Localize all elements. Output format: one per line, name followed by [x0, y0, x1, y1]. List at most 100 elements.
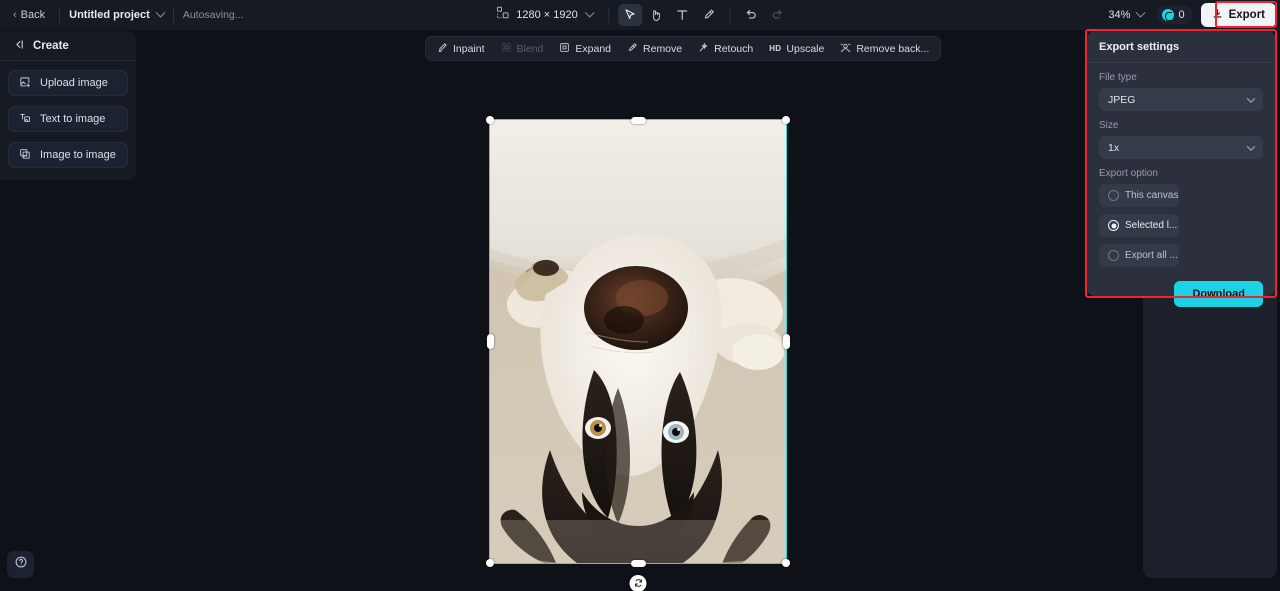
- upload-image-icon: [19, 76, 31, 91]
- blend-button[interactable]: Blend: [494, 38, 551, 60]
- toolbar-item-label: Remove: [643, 42, 683, 55]
- file-type-label: File type: [1099, 72, 1137, 83]
- inpaint-button[interactable]: Inpaint: [430, 38, 492, 60]
- autosave-status: Autosaving...: [182, 9, 244, 21]
- toolbar-item-label: Inpaint: [453, 42, 485, 55]
- resize-handle-middle-right[interactable]: [782, 334, 790, 349]
- download-button[interactable]: Download: [1174, 281, 1263, 307]
- export-option-export-all[interactable]: Export all ...: [1099, 244, 1179, 267]
- brush-tool[interactable]: [697, 4, 721, 26]
- collapse-sidebar-icon[interactable]: [12, 38, 25, 54]
- sidebar-header-create[interactable]: Create: [0, 31, 136, 61]
- rotate-handle[interactable]: [629, 575, 647, 591]
- resize-handle-middle-left[interactable]: [486, 334, 494, 349]
- left-sidebar: Create Upload image Text to image Image …: [0, 31, 136, 180]
- dog-photo-artwork: [490, 120, 786, 563]
- blend-icon: [501, 42, 512, 56]
- export-settings-title: Export settings: [1087, 31, 1275, 63]
- sidebar-item-label: Text to image: [40, 113, 106, 125]
- selected-layer[interactable]: [486, 116, 790, 591]
- back-label: Back: [20, 9, 46, 21]
- divider: [729, 7, 731, 23]
- divider: [59, 7, 61, 23]
- toolbar-item-label: Upscale: [786, 42, 825, 55]
- retouch-button[interactable]: Retouch: [691, 38, 760, 60]
- sidebar-item-upload-image[interactable]: Upload image: [8, 70, 128, 96]
- export-option-this-canvas[interactable]: This canvas: [1099, 184, 1179, 207]
- text-tool[interactable]: [671, 4, 695, 26]
- zoom-control[interactable]: 34%: [1103, 6, 1149, 24]
- rotate-icon: [633, 575, 643, 591]
- divider: [172, 7, 174, 23]
- remove-button[interactable]: Remove: [620, 38, 689, 60]
- dog-photo[interactable]: [489, 119, 787, 564]
- export-settings-body: File type JPEG Size 1x Export option Thi…: [1087, 63, 1275, 318]
- export-option-label-text: Selected l...: [1125, 220, 1178, 231]
- tool-group: [618, 4, 721, 26]
- sidebar-item-text-to-image[interactable]: Text to image: [8, 106, 128, 132]
- export-footer: Download: [1099, 281, 1263, 307]
- file-type-select[interactable]: JPEG: [1099, 88, 1263, 111]
- expand-icon: [559, 42, 570, 56]
- sidebar-item-image-to-image[interactable]: Image to image: [8, 142, 128, 168]
- size-label: Size: [1099, 120, 1119, 131]
- inpaint-icon: [437, 42, 448, 56]
- chevron-down-icon[interactable]: [155, 7, 166, 18]
- hd-icon: HD: [769, 44, 782, 53]
- resize-handle-top-left[interactable]: [486, 116, 494, 124]
- topbar-left-group: ‹ Back Untitled project Autosaving...: [0, 0, 244, 30]
- credits-badge[interactable]: 0: [1157, 6, 1193, 24]
- export-button-wrap: Export: [1200, 3, 1276, 27]
- select-tool[interactable]: [618, 4, 643, 26]
- image-editor-app: ‹ Back Untitled project Autosaving... 12…: [0, 0, 1280, 591]
- sidebar-items: Upload image Text to image Image to imag…: [0, 61, 136, 172]
- chevron-down-icon[interactable]: [585, 7, 596, 18]
- resize-handle-bottom-left[interactable]: [486, 559, 494, 567]
- export-option-group: This canvas Selected l... Export all ...: [1099, 184, 1263, 267]
- export-button[interactable]: Export: [1200, 3, 1276, 27]
- question-mark-icon: [14, 555, 28, 574]
- image-edit-toolbar: Inpaint Blend Expand Remove Retouch HD U…: [425, 36, 942, 61]
- size-select[interactable]: 1x: [1099, 136, 1263, 159]
- chevron-down-icon[interactable]: [1136, 7, 1146, 18]
- chevron-left-icon: ‹: [13, 8, 17, 21]
- zoom-level: 34%: [1108, 9, 1131, 21]
- radio-icon: [1108, 220, 1119, 231]
- export-option-label-text: Export all ...: [1125, 250, 1178, 261]
- hand-tool[interactable]: [645, 4, 669, 26]
- text-to-image-icon: [19, 112, 31, 127]
- upscale-button[interactable]: HD Upscale: [762, 39, 831, 59]
- credits-count: 0: [1178, 9, 1185, 21]
- coin-icon: [1162, 9, 1175, 21]
- help-button[interactable]: [7, 551, 34, 578]
- project-name[interactable]: Untitled project: [69, 9, 150, 21]
- radio-icon: [1108, 190, 1119, 201]
- resize-handle-top-center[interactable]: [630, 116, 646, 124]
- file-type-value: JPEG: [1108, 93, 1136, 106]
- image-to-image-icon: [19, 148, 31, 163]
- topbar-center-group: 1280 × 1920: [490, 0, 789, 30]
- sidebar-item-label: Upload image: [40, 77, 108, 89]
- chevron-down-icon: [1246, 93, 1256, 103]
- undo-button[interactable]: [740, 4, 764, 26]
- download-icon: [1212, 8, 1223, 22]
- eraser-icon: [627, 42, 638, 56]
- chevron-down-icon: [1246, 141, 1256, 151]
- remove-background-button[interactable]: Remove back...: [833, 38, 936, 60]
- sidebar-item-label: Image to image: [40, 149, 116, 161]
- toolbar-item-label: Retouch: [714, 42, 754, 55]
- redo-button[interactable]: [766, 4, 790, 26]
- remove-background-icon: [840, 42, 851, 56]
- export-label: Export: [1228, 9, 1265, 21]
- history-group: [740, 4, 790, 26]
- retouch-icon: [698, 42, 709, 56]
- resize-handle-top-right[interactable]: [782, 116, 790, 124]
- toolbar-item-label: Expand: [575, 42, 612, 55]
- expand-button[interactable]: Expand: [552, 38, 618, 60]
- export-option-selected-layers[interactable]: Selected l...: [1099, 214, 1179, 237]
- resize-handle-bottom-center[interactable]: [630, 559, 646, 567]
- back-button[interactable]: ‹ Back: [8, 6, 50, 24]
- resize-handle-bottom-right[interactable]: [782, 559, 790, 567]
- canvas-size-control[interactable]: 1280 × 1920: [490, 3, 599, 27]
- toolbar-item-label: Remove back...: [856, 42, 930, 55]
